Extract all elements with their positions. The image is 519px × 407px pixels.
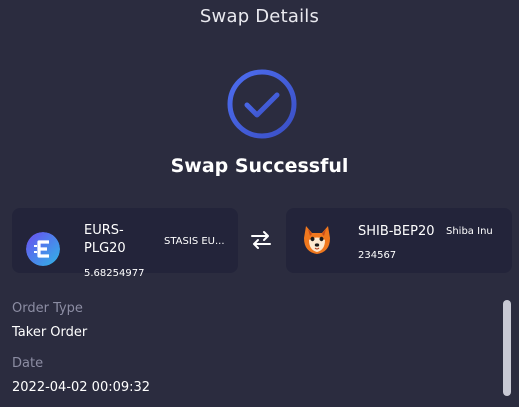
eurs-logo-icon xyxy=(26,232,60,266)
shib-logo-icon xyxy=(304,226,330,254)
to-token-name: Shiba Inu xyxy=(446,226,493,237)
swap-arrows-icon xyxy=(251,231,271,249)
from-token-symbol: EURS-PLG20 xyxy=(84,223,126,256)
to-token-symbol: SHIB-BEP20 xyxy=(358,224,435,239)
page-title: Swap Details xyxy=(199,6,320,27)
to-token-amount: 234567 xyxy=(358,250,397,261)
from-token-card: EURS-PLG20 STASIS EU... 5.68254977 xyxy=(12,208,238,279)
check-circle-icon xyxy=(227,69,297,139)
scrollbar-thumb[interactable] xyxy=(503,300,511,396)
swap-status-text: Swap Successful xyxy=(170,155,349,177)
from-token-name: STASIS EU... xyxy=(164,236,225,247)
order-type-value: Taker Order xyxy=(12,325,88,340)
date-value: 2022-04-02 00:09:32 xyxy=(12,380,151,395)
order-type-label: Order Type xyxy=(12,301,83,316)
from-token-amount: 5.68254977 xyxy=(84,268,145,279)
to-token-card: SHIB-BEP20 Shiba Inu 234567 xyxy=(286,208,512,273)
scrollbar[interactable] xyxy=(503,298,511,407)
date-label: Date xyxy=(12,356,44,371)
